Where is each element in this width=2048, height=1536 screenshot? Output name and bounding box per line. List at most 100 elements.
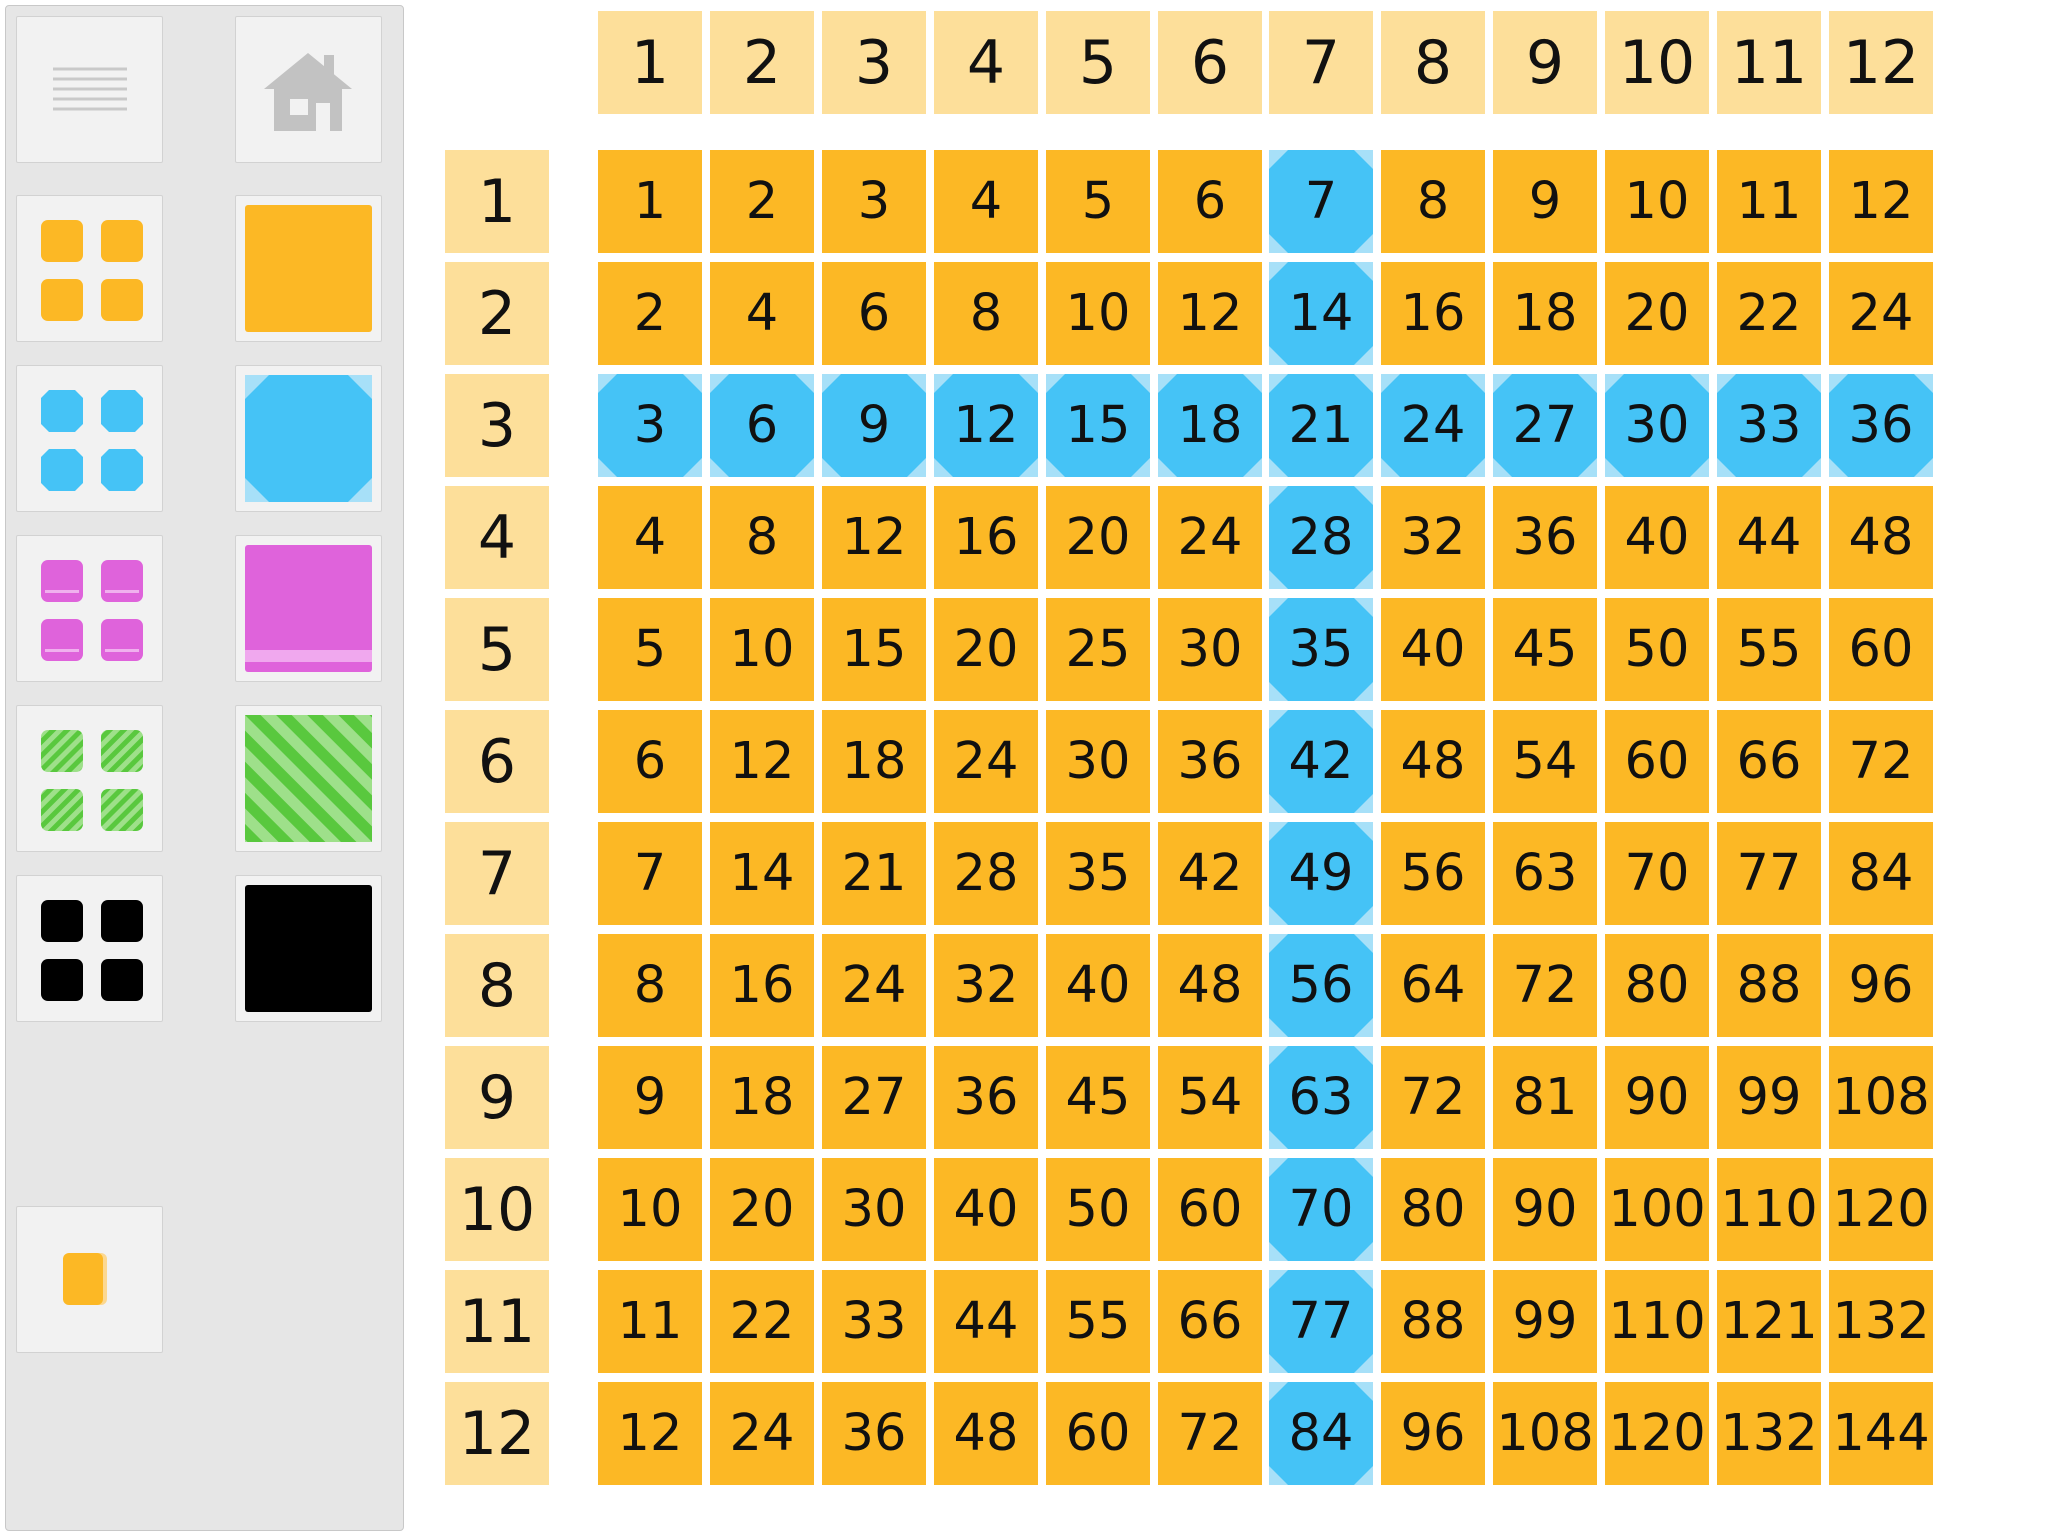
product-cell[interactable]: 28 (934, 822, 1038, 925)
product-cell[interactable]: 80 (1381, 1158, 1485, 1261)
product-cell[interactable]: 2 (598, 262, 702, 365)
product-cell[interactable]: 110 (1717, 1158, 1821, 1261)
product-cell[interactable]: 14 (710, 822, 814, 925)
product-cell[interactable]: 60 (1829, 598, 1933, 701)
product-cell[interactable]: 40 (934, 1158, 1038, 1261)
product-cell[interactable]: 10 (1046, 262, 1150, 365)
product-cell[interactable]: 16 (1381, 262, 1485, 365)
product-cell[interactable]: 8 (598, 934, 702, 1037)
product-cell[interactable]: 66 (1158, 1270, 1262, 1373)
style-black-grid-button[interactable] (16, 875, 163, 1022)
row-header[interactable]: 8 (445, 934, 549, 1037)
product-cell[interactable]: 8 (934, 262, 1038, 365)
column-header[interactable]: 9 (1493, 11, 1597, 114)
product-cell[interactable]: 8 (1381, 150, 1485, 253)
product-cell[interactable]: 60 (1046, 1382, 1150, 1485)
product-cell[interactable]: 10 (598, 1158, 702, 1261)
product-cell[interactable]: 54 (1493, 710, 1597, 813)
product-cell[interactable]: 36 (822, 1382, 926, 1485)
style-blue-grid-button[interactable] (16, 365, 163, 512)
product-cell[interactable]: 48 (1158, 934, 1262, 1037)
product-cell[interactable]: 30 (1046, 710, 1150, 813)
product-cell[interactable]: 72 (1493, 934, 1597, 1037)
product-cell[interactable]: 30 (1158, 598, 1262, 701)
product-cell[interactable]: 30 (822, 1158, 926, 1261)
product-cell[interactable]: 36 (934, 1046, 1038, 1149)
product-cell[interactable]: 11 (598, 1270, 702, 1373)
product-cell[interactable]: 36 (1829, 374, 1933, 477)
style-pink-swatch-button[interactable] (235, 535, 382, 682)
row-header[interactable]: 4 (445, 486, 549, 589)
product-cell[interactable]: 132 (1829, 1270, 1933, 1373)
product-cell[interactable]: 18 (822, 710, 926, 813)
row-header[interactable]: 1 (445, 150, 549, 253)
product-cell[interactable]: 8 (710, 486, 814, 589)
product-cell[interactable]: 21 (1269, 374, 1373, 477)
column-header[interactable]: 1 (598, 11, 702, 114)
column-header[interactable]: 7 (1269, 11, 1373, 114)
product-cell[interactable]: 4 (710, 262, 814, 365)
product-cell[interactable]: 22 (1717, 262, 1821, 365)
product-cell[interactable]: 81 (1493, 1046, 1597, 1149)
product-cell[interactable]: 100 (1605, 1158, 1709, 1261)
product-cell[interactable]: 33 (822, 1270, 926, 1373)
product-cell[interactable]: 40 (1381, 598, 1485, 701)
product-cell[interactable]: 30 (1605, 374, 1709, 477)
product-cell[interactable]: 10 (710, 598, 814, 701)
product-cell[interactable]: 144 (1829, 1382, 1933, 1485)
tile-tool-button[interactable] (16, 1206, 163, 1353)
product-cell[interactable]: 3 (822, 150, 926, 253)
column-header[interactable]: 6 (1158, 11, 1262, 114)
product-cell[interactable]: 32 (934, 934, 1038, 1037)
product-cell[interactable]: 77 (1717, 822, 1821, 925)
product-cell[interactable]: 7 (598, 822, 702, 925)
product-cell[interactable]: 20 (1605, 262, 1709, 365)
product-cell[interactable]: 22 (710, 1270, 814, 1373)
product-cell[interactable]: 2 (710, 150, 814, 253)
product-cell[interactable]: 48 (1381, 710, 1485, 813)
style-green-grid-button[interactable] (16, 705, 163, 852)
product-cell[interactable]: 24 (934, 710, 1038, 813)
product-cell[interactable]: 12 (1158, 262, 1262, 365)
product-cell[interactable]: 42 (1269, 710, 1373, 813)
product-cell[interactable]: 80 (1605, 934, 1709, 1037)
product-cell[interactable]: 40 (1046, 934, 1150, 1037)
product-cell[interactable]: 60 (1605, 710, 1709, 813)
product-cell[interactable]: 96 (1829, 934, 1933, 1037)
product-cell[interactable]: 42 (1158, 822, 1262, 925)
product-cell[interactable]: 90 (1605, 1046, 1709, 1149)
product-cell[interactable]: 66 (1717, 710, 1821, 813)
row-header[interactable]: 12 (445, 1382, 549, 1485)
product-cell[interactable]: 12 (598, 1382, 702, 1485)
product-cell[interactable]: 6 (598, 710, 702, 813)
product-cell[interactable]: 120 (1605, 1382, 1709, 1485)
product-cell[interactable]: 18 (1493, 262, 1597, 365)
product-cell[interactable]: 63 (1269, 1046, 1373, 1149)
product-cell[interactable]: 35 (1269, 598, 1373, 701)
product-cell[interactable]: 64 (1381, 934, 1485, 1037)
product-cell[interactable]: 5 (1046, 150, 1150, 253)
product-cell[interactable]: 48 (934, 1382, 1038, 1485)
product-cell[interactable]: 45 (1046, 1046, 1150, 1149)
product-cell[interactable]: 108 (1493, 1382, 1597, 1485)
style-orange-swatch-button[interactable] (235, 195, 382, 342)
product-cell[interactable]: 25 (1046, 598, 1150, 701)
row-header[interactable]: 3 (445, 374, 549, 477)
product-cell[interactable]: 33 (1717, 374, 1821, 477)
product-cell[interactable]: 9 (822, 374, 926, 477)
product-cell[interactable]: 121 (1717, 1270, 1821, 1373)
column-header[interactable]: 10 (1605, 11, 1709, 114)
product-cell[interactable]: 6 (1158, 150, 1262, 253)
product-cell[interactable]: 45 (1493, 598, 1597, 701)
product-cell[interactable]: 24 (1158, 486, 1262, 589)
product-cell[interactable]: 48 (1829, 486, 1933, 589)
product-cell[interactable]: 24 (1829, 262, 1933, 365)
product-cell[interactable]: 6 (710, 374, 814, 477)
product-cell[interactable]: 70 (1605, 822, 1709, 925)
product-cell[interactable]: 12 (710, 710, 814, 813)
style-orange-grid-button[interactable] (16, 195, 163, 342)
product-cell[interactable]: 7 (1269, 150, 1373, 253)
product-cell[interactable]: 44 (934, 1270, 1038, 1373)
style-pink-grid-button[interactable] (16, 535, 163, 682)
column-header[interactable]: 4 (934, 11, 1038, 114)
